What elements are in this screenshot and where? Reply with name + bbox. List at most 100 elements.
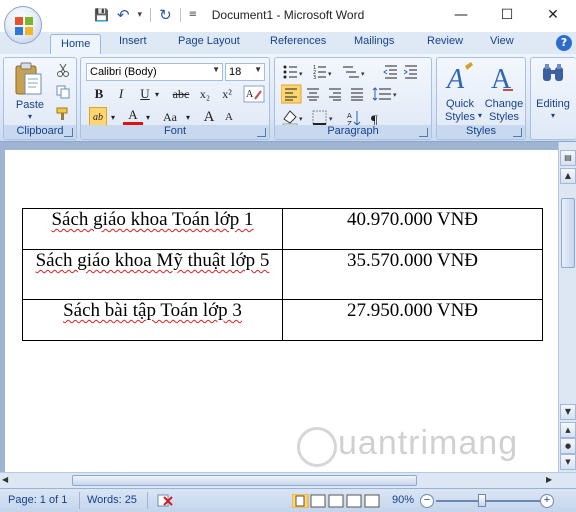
window-controls: — ☐ ✕ [438,0,576,30]
font-size-combo[interactable]: 18 ▼ [225,63,265,81]
table-cell-item[interactable]: Sách giáo khoa Toán lớp 1 [22,208,283,250]
watermark-logo [297,427,337,467]
word-count[interactable]: Words: 25 [87,494,137,506]
align-center-icon[interactable] [307,88,319,101]
office-button[interactable] [4,6,42,44]
page-count[interactable]: Page: 1 of 1 [8,494,67,506]
font-color-button[interactable]: A [123,107,143,125]
draft-view-icon[interactable] [364,494,380,508]
scroll-left-icon[interactable]: ◀ [2,475,8,484]
font-launcher-icon[interactable] [257,128,266,137]
bullets-icon[interactable]: ▾ [283,65,304,79]
line-spacing-icon[interactable]: ▾ [372,87,397,101]
font-group-label: Font [81,125,269,139]
change-case-button[interactable]: Aa [157,107,183,127]
change-styles-button[interactable]: Change Styles [481,98,527,124]
editing-button[interactable]: Editing [531,98,575,110]
tab-view[interactable]: View [490,35,514,47]
paste-icon[interactable] [14,62,44,98]
format-painter-icon[interactable] [56,107,72,121]
outline-view-icon[interactable] [346,494,362,508]
ruler-toggle-icon[interactable]: ▤ [560,150,576,166]
table-cell-price[interactable]: 35.570.000 VNĐ [282,249,543,300]
chevron-down-icon[interactable]: ▼ [212,65,220,74]
zoom-in-button[interactable]: + [540,494,554,508]
styles-launcher-icon[interactable] [513,128,522,137]
change-styles-icon[interactable]: A [489,62,519,96]
tab-home[interactable]: Home [50,34,102,55]
paragraph-launcher-icon[interactable] [419,128,428,137]
horizontal-scroll-thumb[interactable] [72,475,417,486]
paste-button[interactable]: Paste [14,99,46,111]
binoculars-icon[interactable] [541,63,565,83]
table-cell-item[interactable]: Sách bài tập Toán lớp 3 [22,299,283,341]
full-screen-reading-icon[interactable] [310,494,326,508]
superscript-button[interactable]: x² [217,84,237,104]
align-right-icon[interactable] [329,88,341,101]
paste-dropdown-icon[interactable]: ▾ [14,112,46,121]
vertical-scroll-thumb[interactable] [561,198,575,268]
underline-dropdown-icon[interactable]: ▾ [147,84,167,104]
clipboard-launcher-icon[interactable] [64,128,73,137]
svg-text:▾: ▾ [329,115,333,123]
price-table: Sách giáo khoa Toán lớp 1 40.970.000 VNĐ… [22,208,543,341]
help-icon[interactable]: ? [556,35,572,51]
italic-button[interactable]: I [111,84,131,104]
zoom-slider-track[interactable] [436,500,540,502]
table-row: Sách giáo khoa Mỹ thuật lớp 5 35.570.000… [22,249,543,300]
subscript-button[interactable]: x₂ [195,84,215,104]
font-color-dropdown-icon[interactable]: ▾ [143,107,153,127]
justify-icon[interactable] [351,88,363,101]
table-cell-price[interactable]: 27.950.000 VNĐ [282,299,543,341]
table-cell-price[interactable]: 40.970.000 VNĐ [282,208,543,250]
table-cell-item[interactable]: Sách giáo khoa Mỹ thuật lớp 5 [22,249,283,300]
next-page-icon[interactable]: ▼ [560,454,576,470]
scroll-right-icon[interactable]: ▶ [546,475,552,484]
web-layout-icon[interactable] [328,494,344,508]
shrink-font-button[interactable]: A [219,107,239,127]
font-name-combo[interactable]: Calibri (Body) ▼ [86,63,223,81]
borders-icon[interactable]: ▾ [312,110,333,125]
decrease-indent-icon[interactable] [383,65,397,79]
highlight-dropdown-icon[interactable]: ▾ [108,107,118,127]
shading-icon[interactable]: ▾ [282,110,303,127]
styles-group-label: Styles [437,125,525,139]
grow-font-button[interactable]: A [199,107,219,127]
editing-dropdown-icon[interactable]: ▾ [531,111,575,120]
maximize-button[interactable]: ☐ [484,0,530,30]
strikethrough-button[interactable]: abc [169,84,193,104]
close-button[interactable]: ✕ [530,0,576,30]
tab-mailings[interactable]: Mailings [354,35,394,47]
quick-styles-icon[interactable]: A [445,62,475,96]
bold-button[interactable]: B [89,84,109,104]
proofing-icon[interactable] [156,493,174,509]
minimize-button[interactable]: — [438,0,484,30]
highlight-color-button[interactable]: ab [89,107,107,127]
multilevel-list-icon[interactable]: ▾ [343,66,365,78]
horizontal-scrollbar[interactable]: ◀ ▶ [0,472,576,488]
vertical-scrollbar[interactable]: ▤ ▲ ▼ ▲ ● ▼ [558,142,576,472]
tab-references[interactable]: References [270,35,326,47]
browse-object-icon[interactable]: ● [560,438,576,454]
scroll-up-button[interactable]: ▲ [560,168,576,184]
zoom-out-button[interactable]: − [420,494,434,508]
cell-text: 35.570.000 VNĐ [346,250,479,271]
zoom-level[interactable]: 90% [392,494,414,506]
tab-review[interactable]: Review [427,35,463,47]
chevron-down-icon[interactable]: ▼ [254,65,262,74]
font-size-value: 18 [229,66,242,78]
change-case-dropdown-icon[interactable]: ▾ [183,107,193,127]
increase-indent-icon[interactable] [403,65,417,79]
clipboard-group: Paste ▾ Clipboard [3,57,77,140]
tab-page-layout[interactable]: Page Layout [178,35,240,47]
cut-icon[interactable] [56,63,70,77]
zoom-slider-thumb[interactable] [478,494,486,507]
copy-icon[interactable] [56,85,70,99]
previous-page-icon[interactable]: ▲ [560,422,576,438]
tab-insert[interactable]: Insert [119,35,147,47]
numbering-icon[interactable]: 1 2 3 ▾ [313,65,332,81]
clear-formatting-icon[interactable]: A [243,85,265,103]
svg-text:▾: ▾ [299,115,303,123]
scroll-down-button[interactable]: ▼ [560,404,576,420]
ribbon: Paste ▾ Clipboard Calibri (Body) ▼ 18 ▼ … [0,54,576,142]
